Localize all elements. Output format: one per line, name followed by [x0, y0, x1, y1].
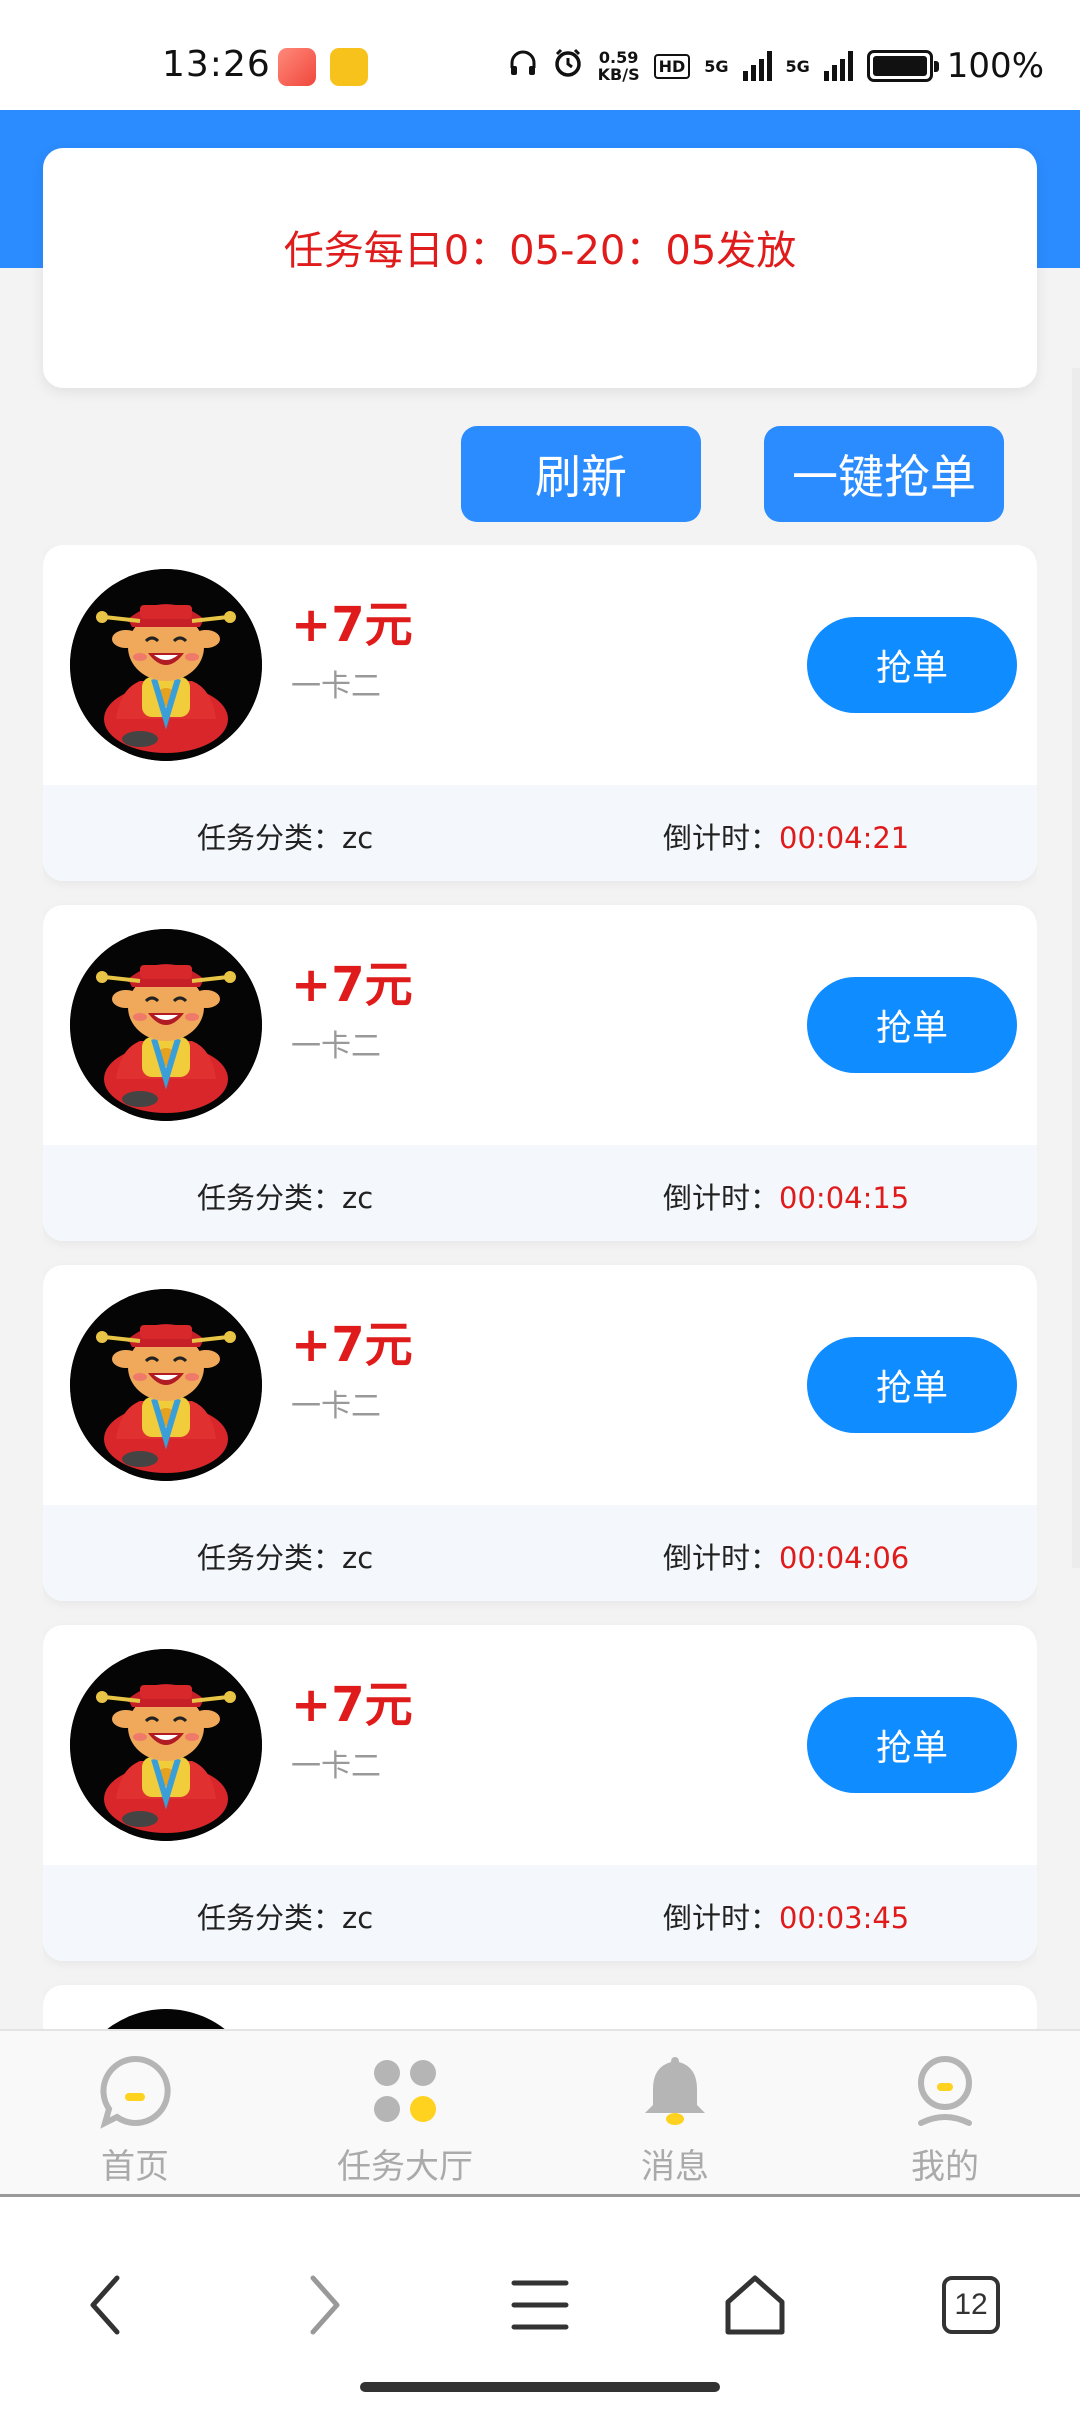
- task-countdown-value: 00:04:21: [779, 821, 910, 855]
- tab-profile[interactable]: 我的: [845, 2053, 1045, 2188]
- profile-icon: [905, 2053, 985, 2129]
- tabs-button[interactable]: 12: [921, 2255, 1021, 2355]
- task-reward: +7元: [291, 1317, 413, 1373]
- notification-app-icon: [330, 48, 368, 86]
- task-category-value: zc: [342, 1901, 374, 1935]
- task-reward: +7元: [291, 957, 413, 1013]
- network-speed-value: 0.59: [598, 48, 639, 67]
- task-meta: 任务分类：zc 倒计时：00:03:45: [43, 1865, 1037, 1961]
- notification-app-icon: [278, 48, 316, 86]
- status-indicators: 0.59 KB/S HD 5G 5G 100%: [508, 44, 1044, 88]
- task-subtitle: 一卡二: [291, 669, 381, 704]
- task-reward: +7元: [291, 597, 413, 653]
- chevron-left-icon: [90, 2275, 120, 2335]
- task-hall-icon: [365, 2053, 445, 2129]
- god-of-wealth-avatar: [70, 569, 262, 761]
- tab-task-hall[interactable]: 任务大厅: [305, 2053, 505, 2188]
- signal-label-2: 5G: [785, 56, 810, 76]
- task-list[interactable]: +7元 一卡二 抢单 任务分类：zc 倒计时：00:04:21 +7元 一卡二 …: [43, 545, 1037, 2029]
- grab-all-button[interactable]: 一键抢单: [764, 426, 1004, 522]
- headphones-icon: [508, 48, 538, 85]
- god-of-wealth-avatar: [70, 929, 262, 1121]
- task-countdown-value: 00:03:45: [779, 1901, 910, 1935]
- notice-text: 任务每日0：05-20：05发放: [283, 228, 797, 274]
- task-countdown-value: 00:04:15: [779, 1181, 910, 1215]
- task-category-label: 任务分类：: [197, 821, 343, 855]
- status-time: 13:26: [162, 44, 271, 85]
- task-countdown: 倒计时：00:04:15: [663, 1175, 909, 1217]
- bottom-tab-bar: 首页 任务大厅 消息 我的: [0, 2029, 1080, 2197]
- grab-order-button[interactable]: 抢单: [807, 977, 1017, 1073]
- gesture-bar[interactable]: [360, 2382, 720, 2392]
- task-meta: 任务分类：zc 倒计时：00:04:15: [43, 1145, 1037, 1241]
- battery-percent: 100%: [946, 46, 1044, 86]
- tab-messages-label: 消息: [641, 2147, 709, 2187]
- god-of-wealth-avatar: [70, 1289, 262, 1481]
- task-category-label: 任务分类：: [197, 1901, 343, 1935]
- chat-bubble-icon: [95, 2053, 175, 2129]
- browser-nav-bar: 12: [0, 2197, 1080, 2412]
- task-category: 任务分类：zc: [197, 1175, 373, 1217]
- task-card: +7元 一卡二 抢单 任务分类：zc 倒计时：00:04:15: [43, 905, 1037, 1241]
- task-countdown-label: 倒计时：: [663, 1181, 780, 1215]
- tab-messages[interactable]: 消息: [575, 2053, 775, 2188]
- task-countdown-value: 00:04:06: [779, 1541, 910, 1575]
- signal-bars-icon: [823, 51, 853, 81]
- task-category-label: 任务分类：: [197, 1541, 343, 1575]
- tab-profile-label: 我的: [911, 2147, 979, 2187]
- task-category: 任务分类：zc: [197, 815, 373, 857]
- task-card: +7元 一卡二 抢单 任务分类：zc 倒计时：00:04:06: [43, 1265, 1037, 1601]
- home-icon: [725, 2275, 785, 2335]
- signal-bars-icon: [742, 51, 772, 81]
- task-subtitle: 一卡二: [291, 1749, 381, 1784]
- task-countdown-label: 倒计时：: [663, 821, 780, 855]
- tabs-count: 12: [942, 2276, 1000, 2334]
- alarm-icon: [552, 47, 584, 86]
- task-category-value: zc: [342, 1181, 374, 1215]
- task-category-value: zc: [342, 821, 374, 855]
- task-card: +7元 一卡二 抢单 任务分类：zc 倒计时：00:04:21: [43, 545, 1037, 881]
- tab-home-label: 首页: [101, 2147, 169, 2187]
- network-speed-unit: KB/S: [597, 65, 640, 84]
- task-category: 任务分类：zc: [197, 1535, 373, 1577]
- network-speed: 0.59 KB/S: [598, 49, 640, 83]
- task-category: 任务分类：zc: [197, 1895, 373, 1937]
- tab-task-hall-label: 任务大厅: [337, 2147, 473, 2187]
- menu-button[interactable]: [490, 2255, 590, 2355]
- task-card: +7元 一卡二 抢单 任务分类：zc 倒计时：00:03:45: [43, 1625, 1037, 1961]
- chevron-right-icon: [310, 2275, 340, 2335]
- task-countdown: 倒计时：00:03:45: [663, 1895, 909, 1937]
- grab-order-button[interactable]: 抢单: [807, 1337, 1017, 1433]
- task-countdown-label: 倒计时：: [663, 1901, 780, 1935]
- god-of-wealth-avatar: [70, 1649, 262, 1841]
- battery-icon: [866, 50, 939, 82]
- grab-order-button[interactable]: 抢单: [807, 1697, 1017, 1793]
- notice-card: 任务每日0：05-20：05发放: [43, 148, 1037, 388]
- back-button[interactable]: [56, 2255, 156, 2355]
- task-countdown: 倒计时：00:04:21: [663, 815, 909, 857]
- bell-icon: [635, 2053, 715, 2129]
- signal-label-1: 5G: [704, 56, 729, 76]
- task-category-label: 任务分类：: [197, 1181, 343, 1215]
- hd-voice-badge: HD: [653, 53, 691, 79]
- task-subtitle: 一卡二: [291, 1029, 381, 1064]
- god-of-wealth-avatar: [70, 2009, 262, 2029]
- task-meta: 任务分类：zc 倒计时：00:04:21: [43, 785, 1037, 881]
- hamburger-menu-icon: [511, 2280, 569, 2330]
- tab-home[interactable]: 首页: [35, 2053, 235, 2188]
- status-bar: 13:26 0.59 KB/S HD 5G 5G 100%: [0, 0, 1080, 110]
- scroll-indicator: [1072, 368, 1080, 1568]
- task-countdown: 倒计时：00:04:06: [663, 1535, 909, 1577]
- task-category-value: zc: [342, 1541, 374, 1575]
- task-card-partial: [43, 1985, 1037, 2029]
- refresh-button[interactable]: 刷新: [461, 426, 701, 522]
- task-countdown-label: 倒计时：: [663, 1541, 780, 1575]
- forward-button[interactable]: [274, 2255, 374, 2355]
- task-meta: 任务分类：zc 倒计时：00:04:06: [43, 1505, 1037, 1601]
- task-reward: +7元: [291, 1677, 413, 1733]
- task-subtitle: 一卡二: [291, 1389, 381, 1424]
- home-button[interactable]: [705, 2255, 805, 2355]
- grab-order-button[interactable]: 抢单: [807, 617, 1017, 713]
